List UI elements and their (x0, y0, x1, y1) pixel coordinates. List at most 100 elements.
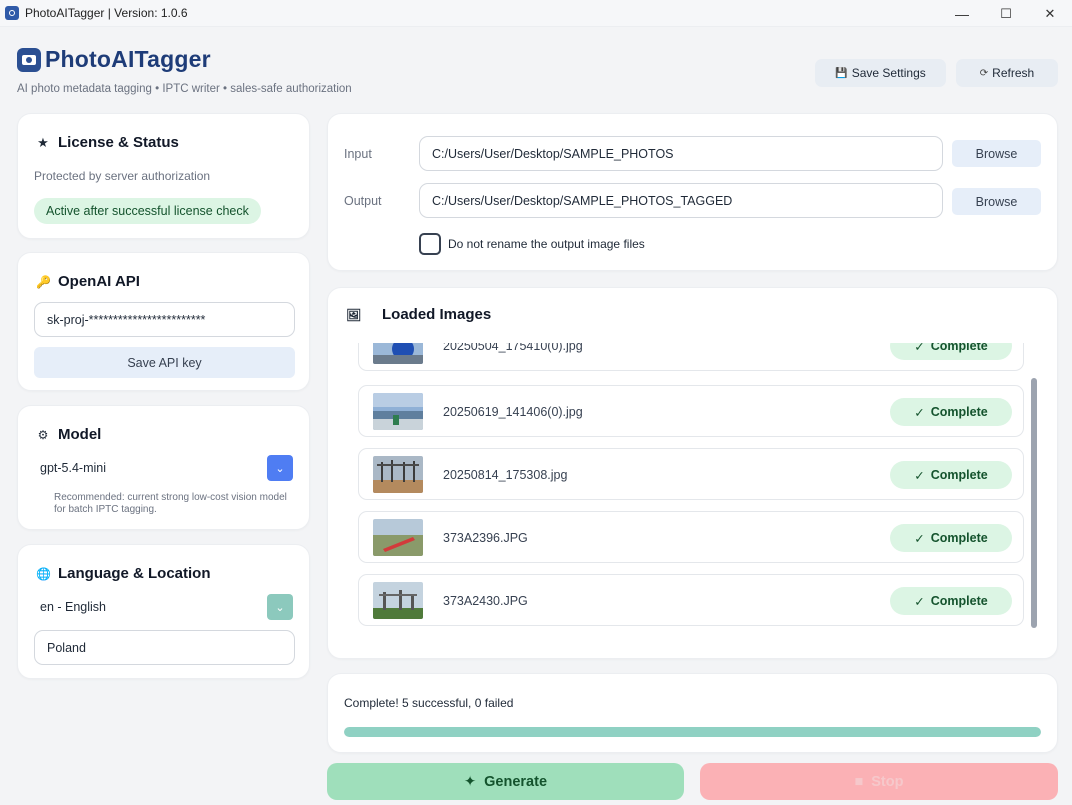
app-icon (5, 6, 19, 20)
scrollbar-thumb[interactable] (1031, 378, 1037, 628)
api-key-input[interactable]: sk-proj-************************ (34, 302, 295, 337)
brand-name: PhotoAITagger (45, 46, 211, 72)
save-settings-button[interactable]: 💾 Save Settings (815, 59, 946, 87)
model-title-label: Model (58, 426, 102, 443)
status-badge: ✓ Complete (890, 343, 1012, 360)
save-settings-label: Save Settings (851, 66, 926, 80)
status-label: Complete (930, 468, 988, 482)
list-item[interactable]: 373A2430.JPG ✓ Complete (358, 574, 1024, 626)
star-icon: ★ (37, 134, 49, 150)
status-badge: ✓ Complete (890, 398, 1012, 426)
photo-thumbnail (373, 456, 423, 493)
photo-thumbnail (373, 519, 423, 556)
refresh-icon: ⟳ (979, 67, 989, 79)
chevron-down-icon[interactable]: ⌄ (267, 455, 293, 481)
language-select[interactable]: en - English ⌄ (34, 594, 293, 620)
no-rename-checkbox[interactable] (419, 233, 441, 255)
model-title: ⚙ Model (36, 426, 102, 443)
stop-icon: ■ (854, 773, 864, 790)
check-icon: ✓ (914, 468, 925, 483)
close-button[interactable]: ✕ (1028, 0, 1072, 27)
loaded-images-title: 🖼 Loaded Images (346, 306, 491, 323)
status-badge: ✓ Complete (890, 587, 1012, 615)
model-card: ⚙ Model gpt-5.4-mini ⌄ Recommended: curr… (17, 405, 310, 530)
refresh-button[interactable]: ⟳ Refresh (956, 59, 1058, 87)
progress-bar (344, 727, 1041, 737)
list-item[interactable]: 373A2396.JPG ✓ Complete (358, 511, 1024, 563)
robot-icon: ⚙ (37, 427, 49, 442)
status-label: Complete (930, 531, 988, 545)
image-icon: 🖼 (346, 307, 362, 322)
generate-label: Generate (484, 773, 548, 790)
status-label: Complete (930, 594, 988, 608)
browse-output-button[interactable]: Browse (952, 188, 1041, 215)
output-path-field[interactable]: C:/Users/User/Desktop/SAMPLE_PHOTOS_TAGG… (419, 183, 943, 218)
list-item[interactable]: 20250619_141406(0).jpg ✓ Complete (358, 385, 1024, 437)
image-filename: 20250504_175410(0).jpg (443, 343, 583, 353)
openai-title: 🔑 OpenAI API (36, 273, 140, 290)
language-title: 🌐 Language & Location (36, 565, 211, 582)
model-selected-value: gpt-5.4-mini (40, 461, 106, 475)
image-filename: 20250814_175308.jpg (443, 468, 568, 482)
key-icon: 🔑 (36, 274, 51, 289)
license-card: ★ License & Status Protected by server a… (17, 113, 310, 239)
status-label: Complete (930, 343, 988, 353)
status-badge: ✓ Complete (890, 461, 1012, 489)
no-rename-label: Do not rename the output image files (448, 237, 645, 251)
openai-card: 🔑 OpenAI API sk-proj-*******************… (17, 252, 310, 391)
check-icon: ✓ (914, 343, 925, 354)
check-icon: ✓ (914, 405, 925, 420)
output-label: Output (344, 194, 382, 208)
title-bar: PhotoAITagger | Version: 1.0.6 — ☐ ✕ (0, 0, 1072, 27)
image-filename: 20250619_141406(0).jpg (443, 405, 583, 419)
photo-thumbnail (373, 343, 423, 364)
loaded-images-title-label: Loaded Images (382, 306, 492, 323)
language-title-label: Language & Location (58, 565, 211, 582)
refresh-label: Refresh (992, 66, 1035, 80)
license-title-label: License & Status (58, 134, 179, 151)
tagline: AI photo metadata tagging • IPTC writer … (17, 83, 352, 95)
license-subtitle: Protected by server authorization (34, 169, 211, 183)
model-select[interactable]: gpt-5.4-mini ⌄ (34, 455, 293, 481)
image-list[interactable]: 20250504_175410(0).jpg ✓ Complete 202506… (358, 343, 1026, 632)
image-filename: 373A2430.JPG (443, 594, 528, 608)
openai-title-label: OpenAI API (58, 273, 140, 290)
language-selected-value: en - English (40, 600, 107, 614)
photo-thumbnail (373, 393, 423, 430)
window-controls: — ☐ ✕ (940, 0, 1072, 27)
list-item[interactable]: 20250504_175410(0).jpg ✓ Complete (358, 343, 1024, 371)
camera-icon (17, 47, 41, 72)
brand: PhotoAITagger (17, 46, 211, 73)
license-title: ★ License & Status (36, 134, 179, 151)
stop-label: Stop (871, 773, 904, 790)
check-icon: ✓ (914, 594, 925, 609)
list-scrollbar[interactable] (1031, 378, 1037, 628)
model-hint: Recommended: current strong low-cost vis… (54, 492, 287, 515)
check-icon: ✓ (914, 531, 925, 546)
chevron-down-icon[interactable]: ⌄ (267, 594, 293, 620)
sparkle-icon: ✦ (463, 773, 477, 790)
progress-status-text: Complete! 5 successful, 0 failed (344, 696, 514, 710)
save-icon: 💾 (835, 67, 848, 79)
stop-button[interactable]: ■ Stop (700, 763, 1058, 800)
image-filename: 373A2396.JPG (443, 531, 528, 545)
input-path-field[interactable]: C:/Users/User/Desktop/SAMPLE_PHOTOS (419, 136, 943, 171)
minimize-button[interactable]: — (940, 0, 984, 27)
maximize-button[interactable]: ☐ (984, 0, 1028, 27)
progress-card: Complete! 5 successful, 0 failed (327, 673, 1058, 753)
globe-icon: 🌐 (36, 566, 51, 581)
browse-input-button[interactable]: Browse (952, 140, 1041, 167)
loaded-images-card: 🖼 Loaded Images 20250504_175410(0).jpg ✓… (327, 287, 1058, 659)
progress-fill (344, 727, 1041, 737)
window-title: PhotoAITagger | Version: 1.0.6 (25, 6, 188, 20)
generate-button[interactable]: ✦ Generate (327, 763, 684, 800)
status-label: Complete (930, 405, 988, 419)
list-item[interactable]: 20250814_175308.jpg ✓ Complete (358, 448, 1024, 500)
save-api-key-button[interactable]: Save API key (34, 347, 295, 378)
io-card: Input C:/Users/User/Desktop/SAMPLE_PHOTO… (327, 113, 1058, 271)
input-label: Input (344, 147, 372, 161)
photo-thumbnail (373, 582, 423, 619)
license-status-badge: Active after successful license check (34, 198, 261, 224)
location-input[interactable]: Poland (34, 630, 295, 665)
language-card: 🌐 Language & Location en - English ⌄ Pol… (17, 544, 310, 679)
